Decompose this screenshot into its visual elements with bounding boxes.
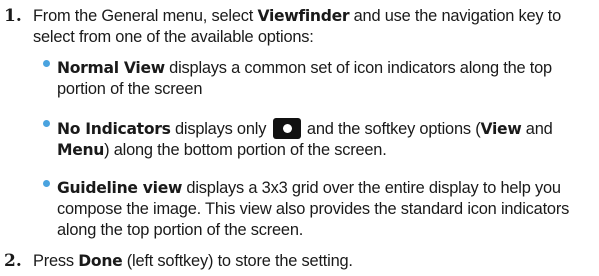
instruction-document: 1. From the General menu, select Viewfin… <box>0 0 599 276</box>
menu-option-viewfinder: Viewfinder <box>257 7 350 25</box>
option-name: No Indicators <box>57 120 171 138</box>
softkey-menu: Menu <box>57 141 105 159</box>
bullet-text: No Indicators displays only and the soft… <box>57 118 553 159</box>
step-number: 2. <box>4 251 22 271</box>
option-name: Normal View <box>57 59 165 77</box>
step-text: Press Done (left softkey) to store the s… <box>33 252 353 270</box>
bullet-text: Guideline view displays a 3x3 grid over … <box>57 179 570 239</box>
softkey-done: Done <box>78 252 123 270</box>
step-number: 1. <box>4 6 22 26</box>
bullet-icon <box>43 60 50 67</box>
bullet-icon <box>43 180 50 187</box>
option-name: Guideline view <box>57 179 183 197</box>
softkey-view: View <box>480 120 522 138</box>
bullet-text: Normal View displays a common set of ico… <box>57 59 552 98</box>
step-text: From the General menu, select Viewfinder… <box>33 7 562 46</box>
camera-shutter-icon <box>272 118 301 139</box>
bullet-icon <box>43 120 50 127</box>
